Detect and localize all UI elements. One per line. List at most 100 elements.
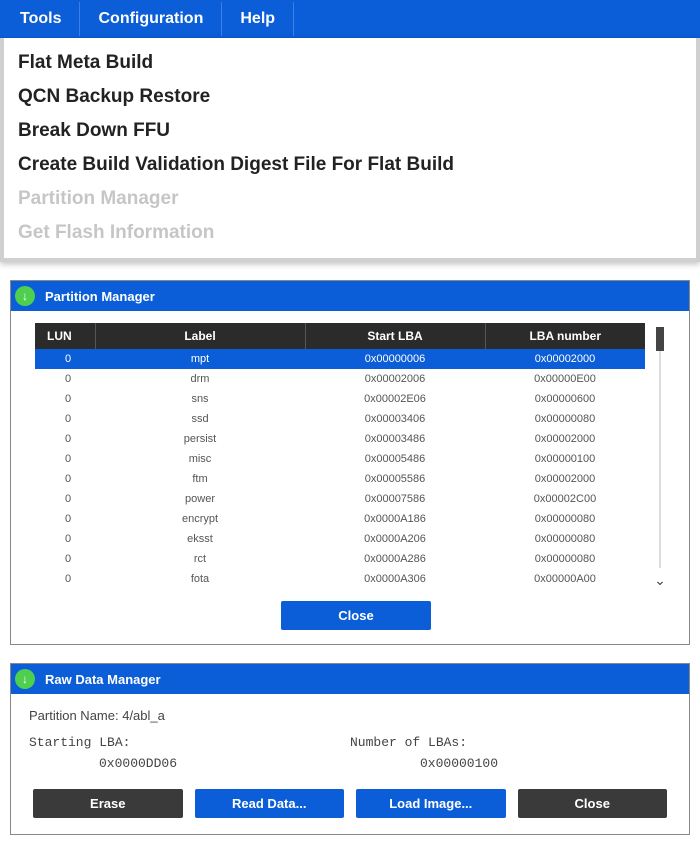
chevron-down-icon[interactable]: ⌄: [654, 572, 666, 589]
cell-label: power: [95, 489, 305, 509]
col-header-start-lba[interactable]: Start LBA: [305, 323, 485, 349]
partition-manager-panel: ↓ Partition Manager LUN Label Start LBA …: [10, 280, 690, 645]
table-row[interactable]: 0ssd0x000034060x00000080: [35, 409, 645, 429]
lba-values-row: 0x0000DD06 0x00000100: [29, 756, 671, 771]
cell-lun: 0: [35, 569, 95, 589]
cell-label: persist: [95, 429, 305, 449]
col-header-lba-number[interactable]: LBA number: [485, 323, 645, 349]
partition-name-line: Partition Name: 4/abl_a: [29, 708, 671, 723]
cell-label: ssd: [95, 409, 305, 429]
cell-lun: 0: [35, 449, 95, 469]
cell-lba_number: 0x00002000: [485, 469, 645, 489]
table-row[interactable]: 0sns0x00002E060x00000600: [35, 389, 645, 409]
raw-data-manager-title: Raw Data Manager: [45, 672, 161, 687]
table-row[interactable]: 0rct0x0000A2860x00000080: [35, 549, 645, 569]
cell-lba_number: 0x00002000: [485, 429, 645, 449]
tools-item-qcn-backup-restore[interactable]: QCN Backup Restore: [4, 80, 696, 114]
table-row[interactable]: 0persist0x000034860x00002000: [35, 429, 645, 449]
cell-lba_number: 0x00000080: [485, 409, 645, 429]
cell-label: drm: [95, 369, 305, 389]
cell-lun: 0: [35, 489, 95, 509]
partition-close-button[interactable]: Close: [281, 601, 431, 630]
cell-label: misc: [95, 449, 305, 469]
cell-start_lba: 0x00007586: [305, 489, 485, 509]
cell-label: eksst: [95, 529, 305, 549]
cell-label: rct: [95, 549, 305, 569]
table-row[interactable]: 0encrypt0x0000A1860x00000080: [35, 509, 645, 529]
cell-start_lba: 0x00000006: [305, 349, 485, 369]
cell-lun: 0: [35, 389, 95, 409]
starting-lba-value: 0x0000DD06: [29, 756, 350, 771]
tools-item-partition-manager: Partition Manager: [4, 182, 696, 216]
table-row[interactable]: 0power0x000075860x00002C00: [35, 489, 645, 509]
scrollbar-track[interactable]: [659, 351, 661, 568]
cell-start_lba: 0x0000A286: [305, 549, 485, 569]
raw-data-manager-header: ↓ Raw Data Manager: [11, 664, 689, 694]
cell-label: fota: [95, 569, 305, 589]
menu-bar: Tools Configuration Help: [0, 0, 700, 38]
scrollbar-thumb[interactable]: [656, 327, 664, 351]
table-row[interactable]: 0mpt0x000000060x00002000: [35, 349, 645, 369]
partition-name-label: Partition Name:: [29, 708, 119, 723]
download-arrow-icon: ↓: [15, 286, 35, 306]
col-header-label[interactable]: Label: [95, 323, 305, 349]
tools-item-create-build-validation[interactable]: Create Build Validation Digest File For …: [4, 148, 696, 182]
raw-data-manager-body: Partition Name: 4/abl_a Starting LBA: Nu…: [11, 694, 689, 834]
cell-lun: 0: [35, 509, 95, 529]
cell-start_lba: 0x0000A206: [305, 529, 485, 549]
cell-lba_number: 0x00000600: [485, 389, 645, 409]
tools-dropdown: Flat Meta Build QCN Backup Restore Break…: [0, 38, 700, 262]
partition-table-header-row: LUN Label Start LBA LBA number: [35, 323, 645, 349]
cell-start_lba: 0x0000A186: [305, 509, 485, 529]
cell-lba_number: 0x00000080: [485, 509, 645, 529]
cell-lun: 0: [35, 469, 95, 489]
raw-data-manager-panel: ↓ Raw Data Manager Partition Name: 4/abl…: [10, 663, 690, 835]
cell-lun: 0: [35, 349, 95, 369]
load-image-button[interactable]: Load Image...: [356, 789, 506, 818]
table-row[interactable]: 0eksst0x0000A2060x00000080: [35, 529, 645, 549]
menu-tools[interactable]: Tools: [2, 2, 80, 36]
lba-labels-row: Starting LBA: Number of LBAs:: [29, 735, 671, 750]
number-lbas-label: Number of LBAs:: [350, 735, 671, 750]
cell-lun: 0: [35, 529, 95, 549]
partition-scrollbar[interactable]: ⌄: [651, 323, 669, 589]
erase-button[interactable]: Erase: [33, 789, 183, 818]
tools-item-flat-meta-build[interactable]: Flat Meta Build: [4, 46, 696, 80]
partition-name-value: 4/abl_a: [122, 708, 165, 723]
cell-label: encrypt: [95, 509, 305, 529]
table-row[interactable]: 0fota0x0000A3060x00000A00: [35, 569, 645, 589]
cell-label: mpt: [95, 349, 305, 369]
cell-lba_number: 0x00000080: [485, 549, 645, 569]
table-row[interactable]: 0drm0x000020060x00000E00: [35, 369, 645, 389]
partition-manager-title: Partition Manager: [45, 289, 155, 304]
cell-lun: 0: [35, 549, 95, 569]
cell-lun: 0: [35, 429, 95, 449]
partition-manager-body: LUN Label Start LBA LBA number 0mpt0x000…: [11, 311, 689, 644]
cell-label: sns: [95, 389, 305, 409]
tools-item-break-down-ffu[interactable]: Break Down FFU: [4, 114, 696, 148]
cell-lba_number: 0x00000100: [485, 449, 645, 469]
cell-start_lba: 0x0000A306: [305, 569, 485, 589]
raw-close-button[interactable]: Close: [518, 789, 668, 818]
menu-spacer: [294, 2, 698, 36]
download-arrow-icon: ↓: [15, 669, 35, 689]
cell-start_lba: 0x00003486: [305, 429, 485, 449]
read-data-button[interactable]: Read Data...: [195, 789, 345, 818]
tools-item-get-flash-information: Get Flash Information: [4, 216, 696, 250]
menu-configuration[interactable]: Configuration: [80, 2, 222, 36]
menu-help[interactable]: Help: [222, 2, 294, 36]
partition-close-row: Close: [35, 601, 677, 630]
table-row[interactable]: 0ftm0x000055860x00002000: [35, 469, 645, 489]
table-row[interactable]: 0misc0x000054860x00000100: [35, 449, 645, 469]
number-lbas-value: 0x00000100: [350, 756, 671, 771]
col-header-lun[interactable]: LUN: [35, 323, 95, 349]
cell-label: ftm: [95, 469, 305, 489]
cell-start_lba: 0x00005586: [305, 469, 485, 489]
cell-start_lba: 0x00003406: [305, 409, 485, 429]
cell-start_lba: 0x00002006: [305, 369, 485, 389]
partition-table-wrap: LUN Label Start LBA LBA number 0mpt0x000…: [35, 323, 677, 589]
cell-lun: 0: [35, 409, 95, 429]
cell-lba_number: 0x00002000: [485, 349, 645, 369]
partition-table: LUN Label Start LBA LBA number 0mpt0x000…: [35, 323, 645, 589]
cell-lba_number: 0x00000080: [485, 529, 645, 549]
